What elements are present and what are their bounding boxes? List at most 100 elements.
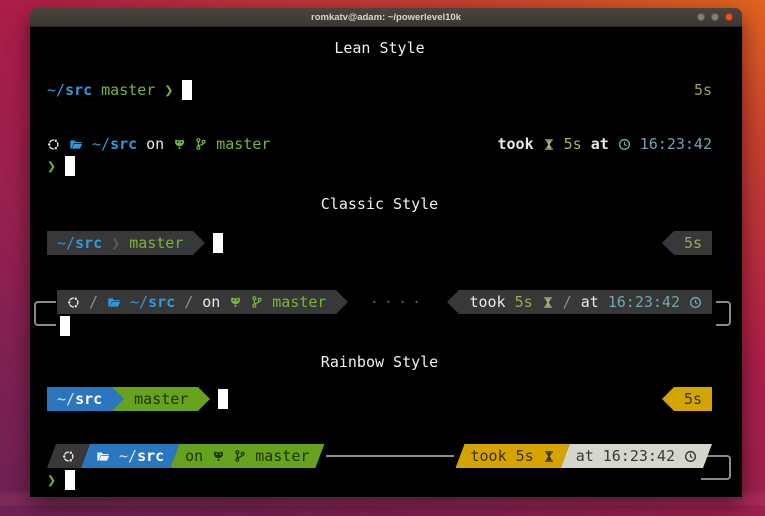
section-heading-lean: Lean Style	[47, 39, 712, 58]
sub-separator: /	[89, 293, 98, 311]
git-branch-icon	[234, 449, 246, 463]
hourglass-icon	[542, 296, 554, 309]
powerline-arrow	[447, 290, 459, 314]
terminal-content[interactable]: Lean Style ~/src master ❯ 5s ~/src on ma…	[30, 27, 742, 497]
path-dir: src	[75, 234, 102, 252]
current-directory: ~/src	[119, 447, 164, 465]
window-title: romkatv@adam: ~/powerlevel10k	[311, 12, 461, 23]
text-cursor[interactable]	[60, 316, 70, 336]
ubuntu-logo-icon	[67, 296, 80, 309]
git-branch-name: master	[101, 81, 155, 99]
path-prefix: ~/	[92, 135, 110, 153]
command-duration: 5s	[516, 447, 534, 465]
prompt-char: ❯	[164, 81, 173, 99]
prompt-char: ❯	[47, 471, 56, 489]
powerline-arrow	[112, 387, 124, 411]
powerline-arrow	[662, 387, 674, 411]
command-duration: 5s	[694, 81, 712, 99]
command-duration: 5s	[564, 135, 582, 153]
sub-separator: /	[184, 293, 193, 311]
octocat-icon	[212, 450, 225, 462]
clock-icon	[684, 450, 697, 463]
git-branch-name: master	[129, 234, 183, 252]
path-dir: src	[65, 81, 92, 99]
hourglass-icon	[542, 296, 554, 309]
folder-icon	[107, 296, 121, 309]
octocat-icon	[173, 138, 186, 150]
minimize-button[interactable]	[697, 13, 705, 21]
git-branch-name: master	[134, 390, 188, 408]
path-dir: src	[110, 135, 137, 153]
ubuntu-logo-icon	[47, 138, 60, 151]
took-label: took	[498, 135, 534, 153]
command-duration: 5s	[684, 234, 702, 252]
clock-icon	[689, 296, 702, 309]
current-directory: ~/src	[92, 135, 137, 153]
text-cursor[interactable]	[182, 80, 192, 100]
classic-prompt-twoline: / ~/src / on master ···· took	[47, 290, 712, 338]
gap-filler-dots: ····	[370, 293, 426, 311]
lean-prompt-input-line: ❯	[47, 154, 712, 177]
git-branch-icon	[251, 295, 263, 309]
path-dir: src	[137, 447, 164, 465]
text-cursor[interactable]	[213, 233, 223, 253]
close-button[interactable]	[725, 13, 733, 21]
current-directory: ~/src	[57, 390, 102, 408]
timestamp: 16:23:42	[640, 135, 712, 153]
lean-prompt-oneline: ~/src master ❯ 5s	[47, 78, 712, 102]
prompt-char: ❯	[47, 157, 56, 175]
git-branch-name: master	[272, 293, 326, 311]
rainbow-prompt-twoline: ~/src on master took 5s at 16:23:42	[47, 444, 712, 492]
git-branch-icon	[251, 295, 263, 309]
prompt-frame-right	[716, 301, 731, 326]
clock-icon	[684, 450, 697, 463]
section-heading-rainbow: Rainbow Style	[47, 353, 712, 372]
powerline-arrow	[662, 231, 674, 255]
at-label: at	[576, 447, 594, 465]
powerline-arrow	[193, 231, 205, 255]
text-cursor[interactable]	[218, 389, 228, 409]
at-label: at	[591, 135, 609, 153]
titlebar[interactable]: romkatv@adam: ~/powerlevel10k	[30, 8, 742, 27]
gap-filler-line	[326, 455, 453, 457]
git-branch-name: master	[216, 135, 270, 153]
at-label: at	[581, 293, 599, 311]
rainbow-prompt-oneline: ~/src master 5s	[47, 387, 712, 411]
maximize-button[interactable]	[711, 13, 719, 21]
octocat-icon	[173, 138, 186, 150]
lean-prompt-twoline: ~/src on master took 5s at 16:23:42	[47, 134, 712, 154]
text-cursor[interactable]	[65, 156, 75, 176]
clock-icon	[689, 296, 702, 309]
on-label: on	[146, 135, 164, 153]
octocat-icon	[229, 296, 242, 308]
hourglass-icon	[543, 450, 555, 463]
window-controls	[697, 8, 733, 26]
on-label: on	[202, 293, 220, 311]
folder-icon	[69, 138, 83, 151]
command-duration: 5s	[684, 390, 702, 408]
current-directory: ~/src	[57, 234, 102, 252]
path-prefix: ~/	[47, 81, 65, 99]
text-cursor[interactable]	[65, 470, 75, 490]
hourglass-icon	[543, 450, 555, 463]
classic-prompt-oneline: ~/src ❯ master 5s	[47, 231, 712, 255]
octocat-icon	[229, 296, 242, 308]
ubuntu-logo-icon	[62, 450, 75, 463]
hourglass-icon	[543, 138, 555, 151]
git-branch-icon	[195, 137, 207, 151]
path-prefix: ~/	[119, 447, 137, 465]
timestamp: 16:23:42	[603, 447, 675, 465]
path-prefix: ~/	[57, 234, 75, 252]
path-dir: src	[75, 390, 102, 408]
timestamp: 16:23:42	[608, 293, 680, 311]
octocat-icon	[212, 450, 225, 462]
command-duration: 5s	[515, 293, 533, 311]
sub-separator: /	[563, 293, 572, 311]
on-label: on	[185, 447, 203, 465]
took-label: took	[469, 293, 505, 311]
path-prefix: ~/	[57, 390, 75, 408]
powerline-arrow	[336, 290, 348, 314]
git-branch-name: master	[255, 447, 309, 465]
powerline-arrow	[198, 387, 210, 411]
path-dir: src	[148, 293, 175, 311]
